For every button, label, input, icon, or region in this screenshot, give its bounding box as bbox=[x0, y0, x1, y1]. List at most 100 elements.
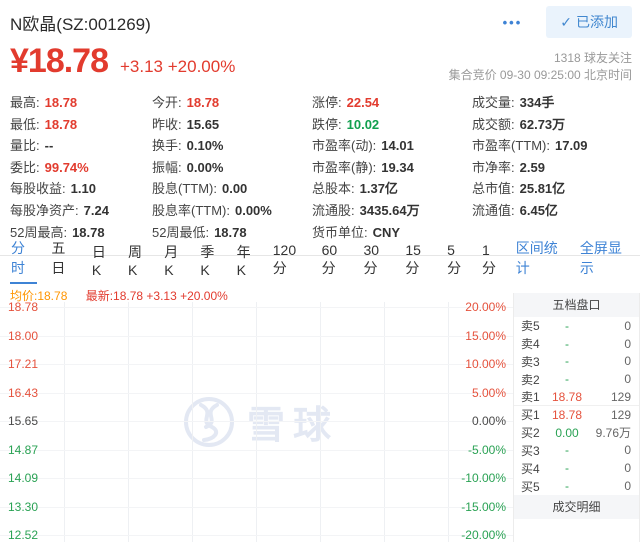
stat-item: 最高:18.78 bbox=[10, 92, 152, 114]
stat-label: 市盈率(TTM): bbox=[472, 138, 550, 153]
order-level-price: 18.78 bbox=[549, 390, 585, 404]
order-level-price: - bbox=[549, 319, 585, 333]
order-level-label: 买2 bbox=[521, 424, 549, 441]
y-axis-price-label: 15.65 bbox=[8, 415, 38, 427]
y-axis-price-label: 14.87 bbox=[8, 444, 38, 456]
stat-label: 振幅: bbox=[152, 160, 182, 175]
link-区间统计[interactable]: 区间统计 bbox=[516, 238, 566, 278]
stat-label: 流通值: bbox=[472, 203, 515, 218]
stat-item: 每股收益:1.10 bbox=[10, 178, 152, 200]
order-level-price: - bbox=[549, 443, 585, 457]
added-button[interactable]: ✓已添加 bbox=[546, 6, 632, 38]
y-axis-percent-label: -20.00% bbox=[461, 529, 506, 541]
stat-value: 334手 bbox=[520, 95, 555, 110]
y-axis-price-label: 18.00 bbox=[8, 330, 38, 342]
stat-value: 22.54 bbox=[347, 95, 380, 110]
stat-value: 1.37亿 bbox=[360, 181, 398, 196]
stat-label: 委比: bbox=[10, 160, 40, 175]
order-book-row-卖3[interactable]: 卖3-0 bbox=[514, 353, 639, 371]
stat-value: 99.74% bbox=[45, 160, 89, 175]
stat-value: 0.00% bbox=[187, 160, 224, 175]
order-level-label: 卖1 bbox=[521, 388, 549, 405]
y-axis-percent-label: -5.00% bbox=[468, 444, 506, 456]
y-axis-percent-label: -15.00% bbox=[461, 501, 506, 513]
order-level-price: - bbox=[549, 337, 585, 351]
current-price: ¥18.78 bbox=[10, 42, 108, 81]
order-book-row-买4[interactable]: 买4-0 bbox=[514, 459, 639, 477]
more-menu-icon[interactable]: ••• bbox=[503, 15, 523, 30]
stat-item: 最低:18.78 bbox=[10, 114, 152, 136]
horizontal-gridline bbox=[0, 535, 513, 536]
stat-value: 6.45亿 bbox=[520, 203, 558, 218]
tab-月K[interactable]: 月K bbox=[163, 237, 186, 284]
stat-item: 股息率(TTM):0.00% bbox=[152, 200, 312, 222]
order-book-row-买5[interactable]: 买5-0 bbox=[514, 477, 639, 495]
stat-label: 成交量: bbox=[472, 95, 515, 110]
stat-label: 市盈率(动): bbox=[312, 138, 376, 153]
stat-label: 换手: bbox=[152, 138, 182, 153]
intraday-chart[interactable]: 雪球 18.7820.00%18.0015.00%17.2110.00%16.4… bbox=[0, 302, 513, 542]
tab-五日[interactable]: 五日 bbox=[50, 233, 77, 284]
link-全屏显示[interactable]: 全屏显示 bbox=[580, 238, 630, 278]
tab-1分[interactable]: 1分 bbox=[481, 237, 503, 284]
order-level-volume: 0 bbox=[585, 354, 631, 368]
tab-60分[interactable]: 60分 bbox=[321, 237, 350, 284]
y-axis-percent-label: 0.00% bbox=[472, 415, 506, 427]
y-axis-price-label: 16.43 bbox=[8, 387, 38, 399]
stat-value: 10.02 bbox=[347, 117, 380, 132]
order-book-panel: 五档盘口 卖5-0卖4-0卖3-0卖2-0卖118.78129买118.7812… bbox=[513, 293, 640, 542]
stat-label: 股息(TTM): bbox=[152, 181, 217, 196]
tab-30分[interactable]: 30分 bbox=[362, 237, 391, 284]
order-level-label: 卖5 bbox=[521, 317, 549, 334]
stat-value: 3435.64万 bbox=[360, 203, 420, 218]
order-book-row-买3[interactable]: 买3-0 bbox=[514, 442, 639, 460]
horizontal-gridline bbox=[0, 307, 513, 308]
order-level-price: 0.00 bbox=[549, 426, 585, 440]
stat-value: 15.65 bbox=[187, 117, 220, 132]
order-level-label: 买3 bbox=[521, 442, 549, 459]
stat-item: 市净率:2.59 bbox=[472, 157, 640, 179]
trade-details-title[interactable]: 成交明细 bbox=[514, 495, 639, 519]
stat-label: 市盈率(静): bbox=[312, 160, 376, 175]
stat-item: 委比: 99.74% bbox=[10, 157, 152, 179]
stat-item: 流通值: 6.45亿 bbox=[472, 200, 640, 222]
stat-value: 7.24 bbox=[84, 203, 109, 218]
tab-5分[interactable]: 5分 bbox=[446, 237, 468, 284]
order-level-volume: 0 bbox=[585, 372, 631, 386]
horizontal-gridline bbox=[0, 393, 513, 394]
order-book-row-买2[interactable]: 买20.009.76万 bbox=[514, 424, 639, 442]
stats-column-2: 今开:18.78昨收:15.65换手:0.10%振幅:0.00%股息(TTM):… bbox=[152, 92, 312, 243]
stat-value: 0.10% bbox=[187, 138, 224, 153]
tab-年K[interactable]: 年K bbox=[236, 237, 259, 284]
horizontal-gridline bbox=[0, 478, 513, 479]
order-book-row-卖1[interactable]: 卖118.78129 bbox=[514, 388, 639, 406]
stat-label: 股息率(TTM): bbox=[152, 203, 230, 218]
stat-label: 跌停: bbox=[312, 117, 342, 132]
order-level-price: - bbox=[549, 461, 585, 475]
stat-label: 昨收: bbox=[152, 117, 182, 132]
tab-120分[interactable]: 120分 bbox=[272, 237, 308, 284]
order-level-volume: 0 bbox=[585, 337, 631, 351]
stat-item: 昨收: 15.65 bbox=[152, 114, 312, 136]
order-level-label: 买5 bbox=[521, 478, 549, 495]
order-book-row-买1[interactable]: 买118.78129 bbox=[514, 406, 639, 424]
tab-季K[interactable]: 季K bbox=[199, 237, 222, 284]
order-book-row-卖2[interactable]: 卖2-0 bbox=[514, 370, 639, 388]
chart-tabbar: 分时五日日K周K月K季K年K120分60分30分15分5分1分区间统计全屏显示 bbox=[0, 255, 640, 284]
order-level-volume: 129 bbox=[585, 390, 631, 404]
stat-item: 总股本:1.37亿 bbox=[312, 178, 472, 200]
tab-周K[interactable]: 周K bbox=[127, 237, 150, 284]
order-level-label: 买4 bbox=[521, 460, 549, 477]
legend-latest-price: 最新:18.78 +3.13 +20.00% bbox=[86, 289, 228, 303]
tab-15分[interactable]: 15分 bbox=[404, 237, 433, 284]
tab-日K[interactable]: 日K bbox=[91, 237, 114, 284]
order-book-row-卖4[interactable]: 卖4-0 bbox=[514, 335, 639, 353]
order-level-label: 卖4 bbox=[521, 335, 549, 352]
tab-分时[interactable]: 分时 bbox=[10, 233, 37, 284]
stat-label: 涨停: bbox=[312, 95, 342, 110]
stat-value: -- bbox=[45, 138, 54, 153]
stat-item: 市盈率(静):19.34 bbox=[312, 157, 472, 179]
order-book-row-卖5[interactable]: 卖5-0 bbox=[514, 317, 639, 335]
stat-value: 1.10 bbox=[71, 181, 96, 196]
order-level-volume: 0 bbox=[585, 479, 631, 493]
